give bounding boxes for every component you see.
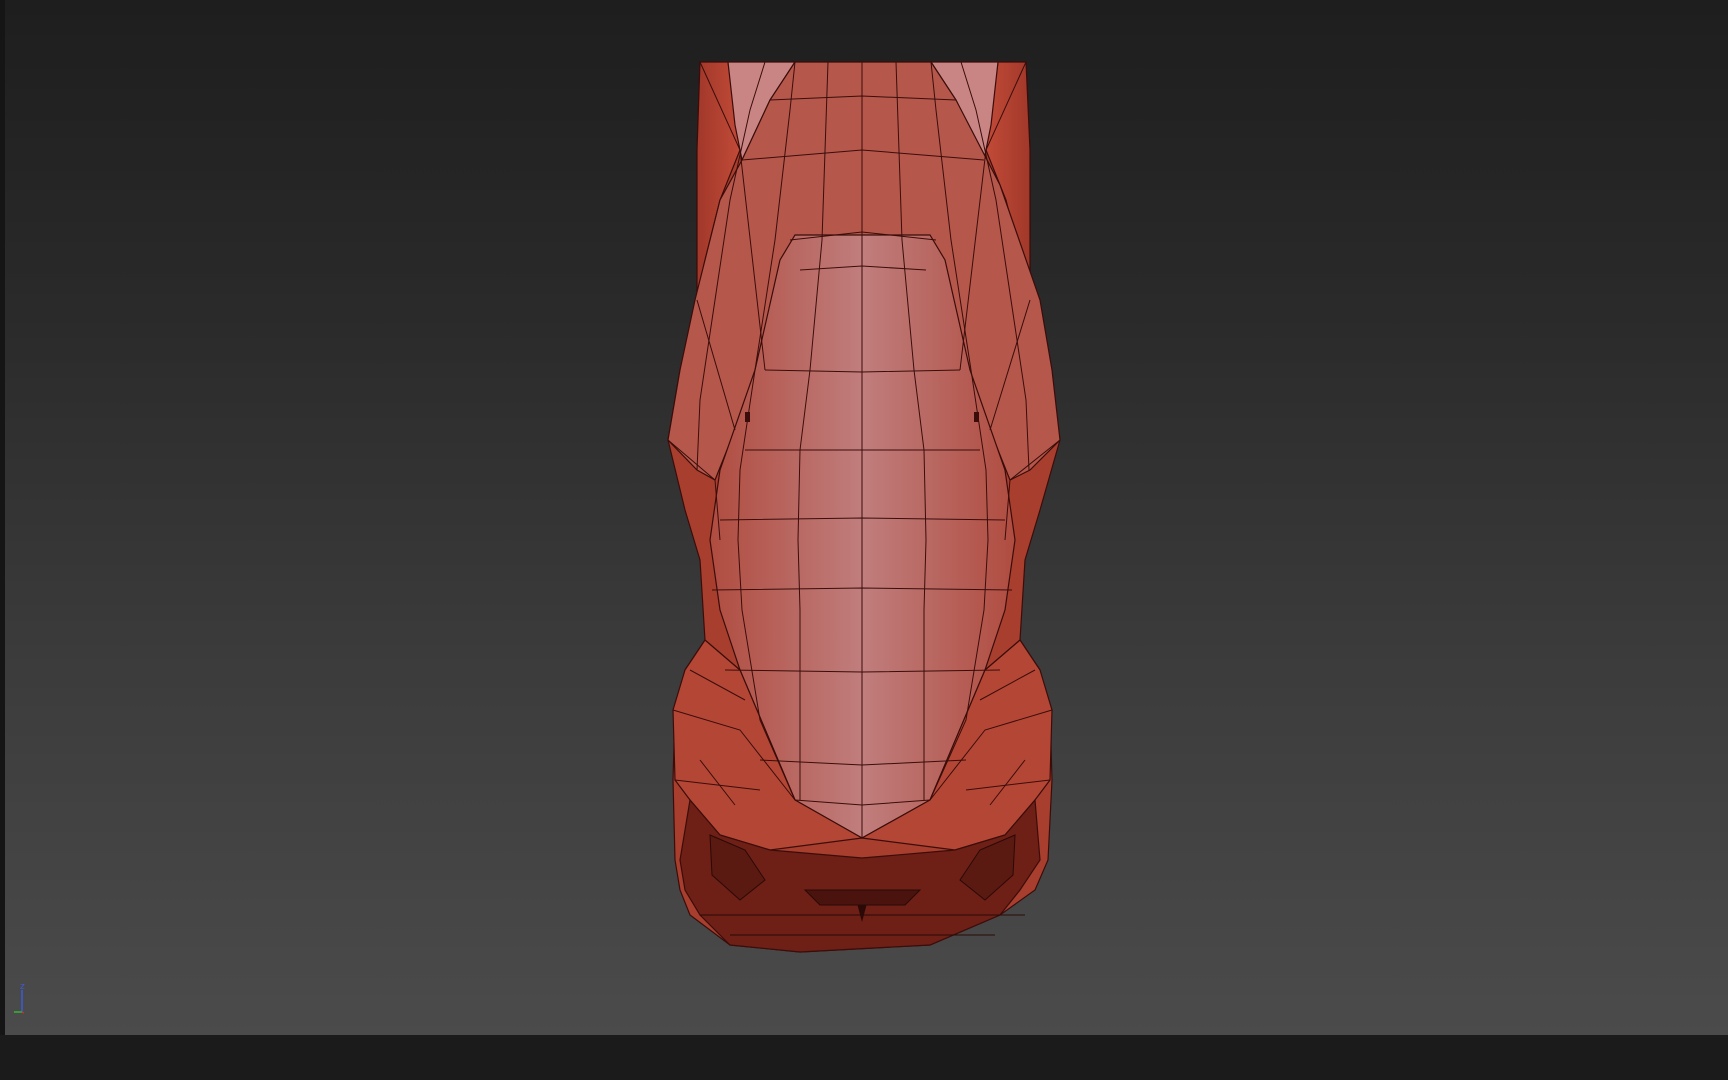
car-body: [667, 61, 1061, 953]
car-model[interactable]: [5, 0, 1728, 1035]
grille: [803, 889, 922, 906]
perspective-viewport[interactable]: [5, 0, 1728, 1035]
mirror-right: [974, 412, 979, 422]
mirror-left: [745, 412, 750, 422]
app-window: z: [0, 0, 1728, 1080]
bottom-status-bar: [0, 1035, 1728, 1080]
axis-gizmo-icon: [14, 990, 25, 1014]
axis-z-label: z: [20, 982, 25, 992]
